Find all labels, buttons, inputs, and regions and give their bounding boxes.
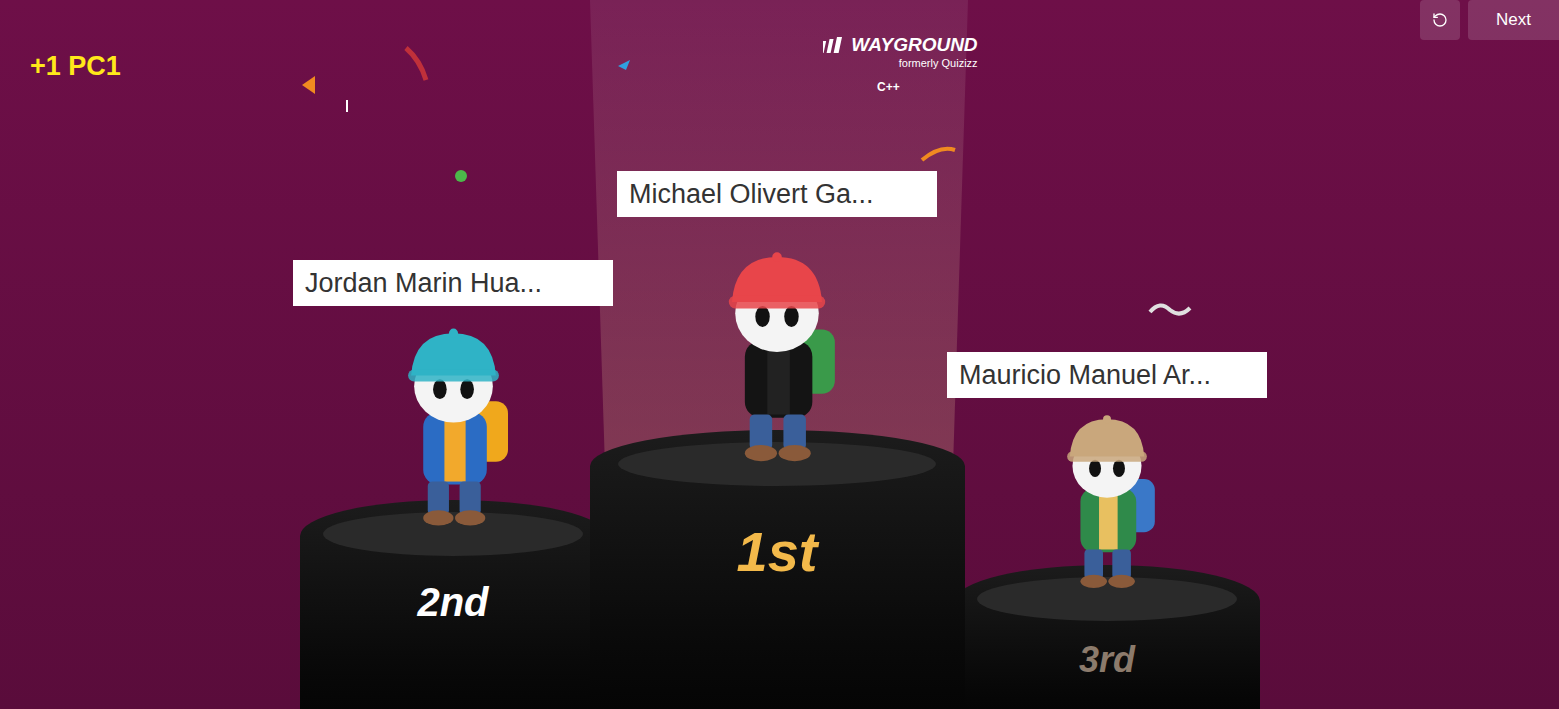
corner-label: +1 PC1 [0, 0, 121, 87]
header: +1 PC1 WAYGROUNDformerly QuizizzC++ Next [0, 0, 1559, 120]
rank-label: 3rd [1079, 633, 1135, 687]
restart-button[interactable] [1420, 0, 1460, 40]
player-name: Michael Olivert Ga... [617, 171, 937, 217]
podium-block: 2nd [300, 500, 607, 709]
podium-block: 1st [590, 430, 965, 709]
rank-label: 1st [737, 510, 818, 594]
restart-icon [1432, 12, 1448, 28]
logo: WAYGROUNDformerly QuizizzC++ [823, 0, 977, 96]
next-button[interactable]: Next [1468, 0, 1559, 40]
podium-column: Jordan Marin Hua...2nd [300, 260, 607, 709]
player-name: Jordan Marin Hua... [293, 260, 613, 306]
podium-column: Michael Olivert Ga... 1st [590, 171, 965, 709]
podium: Jordan Marin Hua...2ndMichael Olivert Ga… [0, 120, 1559, 709]
player-name: Mauricio Manuel Ar... [947, 352, 1267, 398]
podium-screen: +1 PC1 WAYGROUNDformerly QuizizzC++ Next Jo… [0, 0, 1559, 709]
quiz-title: C++ [877, 78, 900, 96]
podium-column: Mauricio Manuel Ar...3rd [955, 352, 1260, 709]
podium-block: 3rd [955, 565, 1260, 709]
player-avatar-icon [377, 318, 530, 530]
logo-icon [823, 37, 847, 53]
player-avatar-icon [1040, 406, 1174, 592]
player-avatar-icon [696, 241, 858, 466]
rank-label: 2nd [417, 572, 488, 632]
